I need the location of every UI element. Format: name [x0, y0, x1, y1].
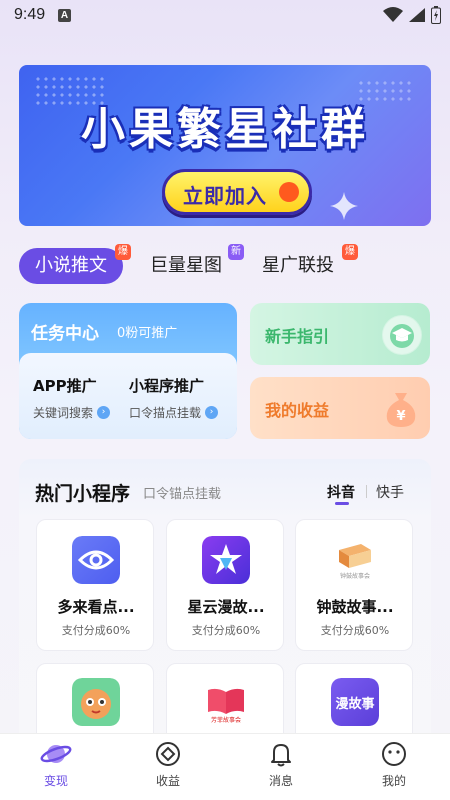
community-banner[interactable]: 小果繁星社群 立即加入 — [19, 65, 431, 226]
nav-label: 收益 — [155, 774, 180, 788]
open-book-logo-icon: 芳菲故事会 — [202, 678, 250, 726]
graduation-cap-icon — [382, 315, 422, 355]
star-cloud-logo-icon — [202, 536, 250, 584]
mini-program-rate: 支付分成60% — [191, 624, 261, 637]
eye-logo-icon — [72, 536, 120, 584]
category-tabs: 小说推文 爆 巨量星图 新 星广联投 爆 — [19, 244, 431, 286]
tab-divider — [366, 485, 367, 498]
nav-monetize[interactable]: 变现 — [21, 740, 91, 789]
tab-label: 巨量星图 — [150, 255, 222, 276]
tab-novel-promo[interactable]: 小说推文 爆 — [19, 244, 131, 284]
tab-star-ads[interactable]: 星广联投 爆 — [262, 244, 358, 284]
hot-badge: 爆 — [115, 244, 131, 260]
nav-messages[interactable]: 消息 — [246, 740, 316, 789]
open-book-logo-caption: 芳菲故事会 — [211, 716, 241, 724]
battery-icon — [431, 6, 441, 24]
section-title: 热门小程序 — [35, 483, 131, 505]
mini-program-promo-desc: 口令描点挂载 — [129, 406, 202, 420]
section-subtitle: 口令锚点挂载 — [143, 487, 222, 502]
newbie-guide-label: 新手指引 — [265, 327, 330, 346]
hot-badge: 爆 — [342, 244, 358, 260]
mini-program-card[interactable]: 钟鼓故事会 钟鼓故事... 支付分成60% — [295, 519, 413, 651]
nav-label: 变现 — [43, 774, 68, 788]
join-now-button[interactable]: 立即加入 — [162, 169, 312, 215]
app-promo-option[interactable]: APP推广 关键词搜索 › — [33, 375, 111, 421]
book-logo-icon: 钟鼓故事会 — [331, 536, 379, 584]
join-dot-icon — [279, 182, 299, 202]
nav-label: 我的 — [381, 774, 406, 788]
new-badge: 新 — [228, 244, 244, 260]
mini-program-name: 钟鼓故事... — [316, 598, 394, 616]
wifi-icon — [383, 7, 403, 22]
my-earnings-card[interactable]: 我的收益 ¥ — [250, 377, 430, 439]
svg-text:¥: ¥ — [396, 409, 405, 424]
newbie-guide-card[interactable]: 新手指引 — [250, 303, 430, 365]
tab-label: 小说推文 — [35, 255, 107, 276]
mini-program-rate: 支付分成60% — [61, 624, 131, 637]
nav-mine[interactable]: 我的 — [359, 740, 429, 789]
chevron-right-icon: › — [205, 406, 219, 419]
coin-icon — [156, 742, 180, 766]
smiley-icon — [382, 742, 406, 766]
task-center-title: 任务中心 — [31, 324, 99, 344]
tab-douyin[interactable]: 抖音 — [327, 482, 355, 502]
mini-program-rate: 支付分成60% — [320, 624, 390, 637]
bell-icon — [271, 744, 291, 767]
tab-star-chart[interactable]: 巨量星图 新 — [150, 244, 244, 284]
mini-program-card[interactable]: 星云漫故... 支付分成60% — [166, 519, 284, 651]
money-bag-icon: ¥ — [386, 393, 416, 427]
task-center-subtitle: 0粉可推广 — [117, 326, 178, 341]
app-promo-desc: 关键词搜索 — [33, 406, 94, 420]
mini-program-name: 多来看点... — [57, 598, 135, 616]
signal-icon — [409, 8, 425, 22]
comic-logo-caption: 漫故事 — [335, 696, 374, 712]
status-time: 9:49 — [14, 6, 46, 23]
my-earnings-label: 我的收益 — [265, 401, 330, 420]
status-bar: 9:49 A — [0, 0, 450, 30]
mini-program-promo-title: 小程序推广 — [129, 377, 205, 395]
mini-program-name: 星云漫故... — [187, 598, 265, 616]
nav-label: 消息 — [268, 774, 293, 788]
mini-program-promo-option[interactable]: 小程序推广 口令描点挂载 › — [129, 375, 219, 421]
app-promo-title: APP推广 — [33, 377, 97, 395]
task-center-options: APP推广 关键词搜索 › 小程序推广 口令描点挂载 › — [19, 353, 237, 439]
nav-earnings[interactable]: 收益 — [133, 740, 203, 789]
banner-title: 小果繁星社群 — [81, 104, 369, 155]
book-logo-caption: 钟鼓故事会 — [340, 572, 370, 580]
mini-program-card[interactable]: 多来看点... 支付分成60% — [36, 519, 154, 651]
comic-logo-icon: 漫故事 — [331, 678, 379, 726]
cartoon-logo-icon — [72, 678, 120, 726]
tab-label: 星广联投 — [262, 255, 334, 276]
planet-icon — [40, 745, 72, 763]
hot-mini-programs-section: 热门小程序 口令锚点挂载 抖音 快手 多来看点... 支付分成60% 星云漫故.… — [19, 459, 431, 795]
tab-kuaishou[interactable]: 快手 — [376, 482, 404, 502]
tab-underline — [335, 502, 349, 505]
notification-icon: A — [58, 9, 71, 22]
chevron-right-icon: › — [97, 406, 111, 419]
join-now-label: 立即加入 — [183, 184, 267, 208]
bottom-nav: 变现 收益 消息 我的 — [0, 733, 450, 800]
task-center-card[interactable]: 任务中心 0粉可推广 APP推广 关键词搜索 › 小程序推广 口令描点挂载 › — [19, 303, 237, 439]
sparkle-icon — [330, 192, 358, 220]
